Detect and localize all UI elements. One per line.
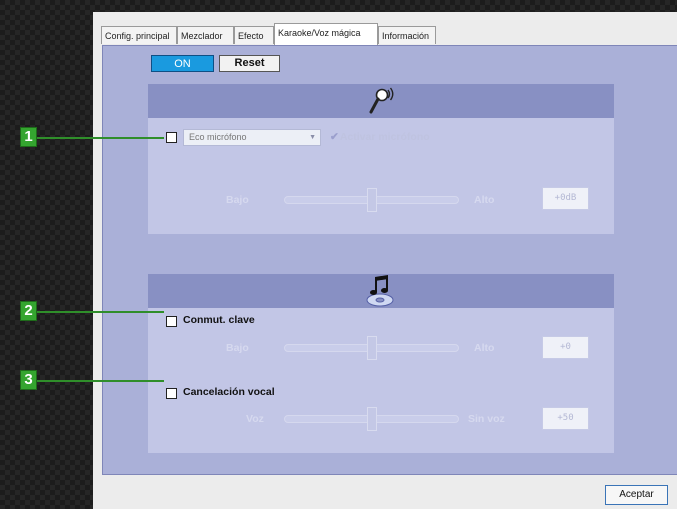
chevron-down-icon: ▼	[309, 134, 316, 141]
key-shift-label: Conmut. clave	[183, 314, 255, 326]
settings-window: Config. principal Mezclador Efecto Karao…	[93, 12, 677, 509]
microphone-icon	[369, 87, 394, 114]
tab-efecto[interactable]: Efecto	[234, 26, 274, 44]
vocal-cancel-label: Cancelación vocal	[183, 386, 275, 398]
tab-karaoke-voz-magica[interactable]: Karaoke/Voz mágica	[274, 23, 378, 45]
key-shift-value: +0	[542, 336, 589, 359]
slider-thumb[interactable]	[367, 407, 377, 431]
microphone-echo-checkbox[interactable]	[166, 132, 177, 143]
callout-badge-1: 1	[20, 127, 37, 147]
reset-button[interactable]: Reset	[219, 55, 280, 72]
vocal-cancel-slider[interactable]	[284, 407, 459, 431]
mic-volume-value: +0dB	[542, 187, 589, 210]
vocal-cancel-low-label: Voz	[246, 413, 264, 425]
microphone-effect-value: Eco micrófono	[189, 132, 247, 142]
callout-line-3	[37, 380, 164, 382]
mic-slider-high-label: Alto	[474, 194, 495, 206]
key-shift-high-label: Alto	[474, 342, 495, 354]
key-shift-low-label: Bajo	[226, 342, 249, 354]
music-disc-icon	[366, 275, 394, 307]
callout-badge-2: 2	[20, 301, 37, 321]
music-section-header	[148, 274, 614, 308]
checkmark-icon: ✔	[330, 131, 339, 143]
activate-microphone-option[interactable]: ✔Activar micrófono	[330, 131, 430, 143]
callout-line-2	[37, 311, 164, 313]
on-button[interactable]: ON	[151, 55, 214, 72]
vocal-cancel-checkbox[interactable]	[166, 388, 177, 399]
accept-button[interactable]: Aceptar	[605, 485, 668, 505]
music-section: Conmut. clave Bajo Alto +0 Cancelación v…	[148, 274, 614, 453]
key-shift-checkbox[interactable]	[166, 316, 177, 327]
key-shift-slider[interactable]	[284, 336, 459, 360]
slider-thumb[interactable]	[367, 188, 377, 212]
tab-config-principal[interactable]: Config. principal	[101, 26, 177, 44]
microphone-section: Eco micrófono ▼ ✔Activar micrófono Bajo …	[148, 84, 614, 234]
callout-badge-3: 3	[20, 370, 37, 390]
mic-volume-slider[interactable]	[284, 188, 459, 212]
tab-mezclador[interactable]: Mezclador	[177, 26, 234, 44]
activate-microphone-label: Activar micrófono	[339, 131, 430, 143]
vocal-cancel-value: +50	[542, 407, 589, 430]
slider-thumb[interactable]	[367, 336, 377, 360]
tab-informacion[interactable]: Información	[378, 26, 436, 44]
callout-line-1	[37, 137, 164, 139]
karaoke-panel: ON Reset Eco micrófono ▼ ✔Activar micróf…	[102, 45, 677, 475]
microphone-section-header	[148, 84, 614, 118]
vocal-cancel-high-label: Sin voz	[468, 413, 505, 425]
microphone-effect-dropdown[interactable]: Eco micrófono ▼	[183, 129, 321, 146]
mic-slider-low-label: Bajo	[226, 194, 249, 206]
